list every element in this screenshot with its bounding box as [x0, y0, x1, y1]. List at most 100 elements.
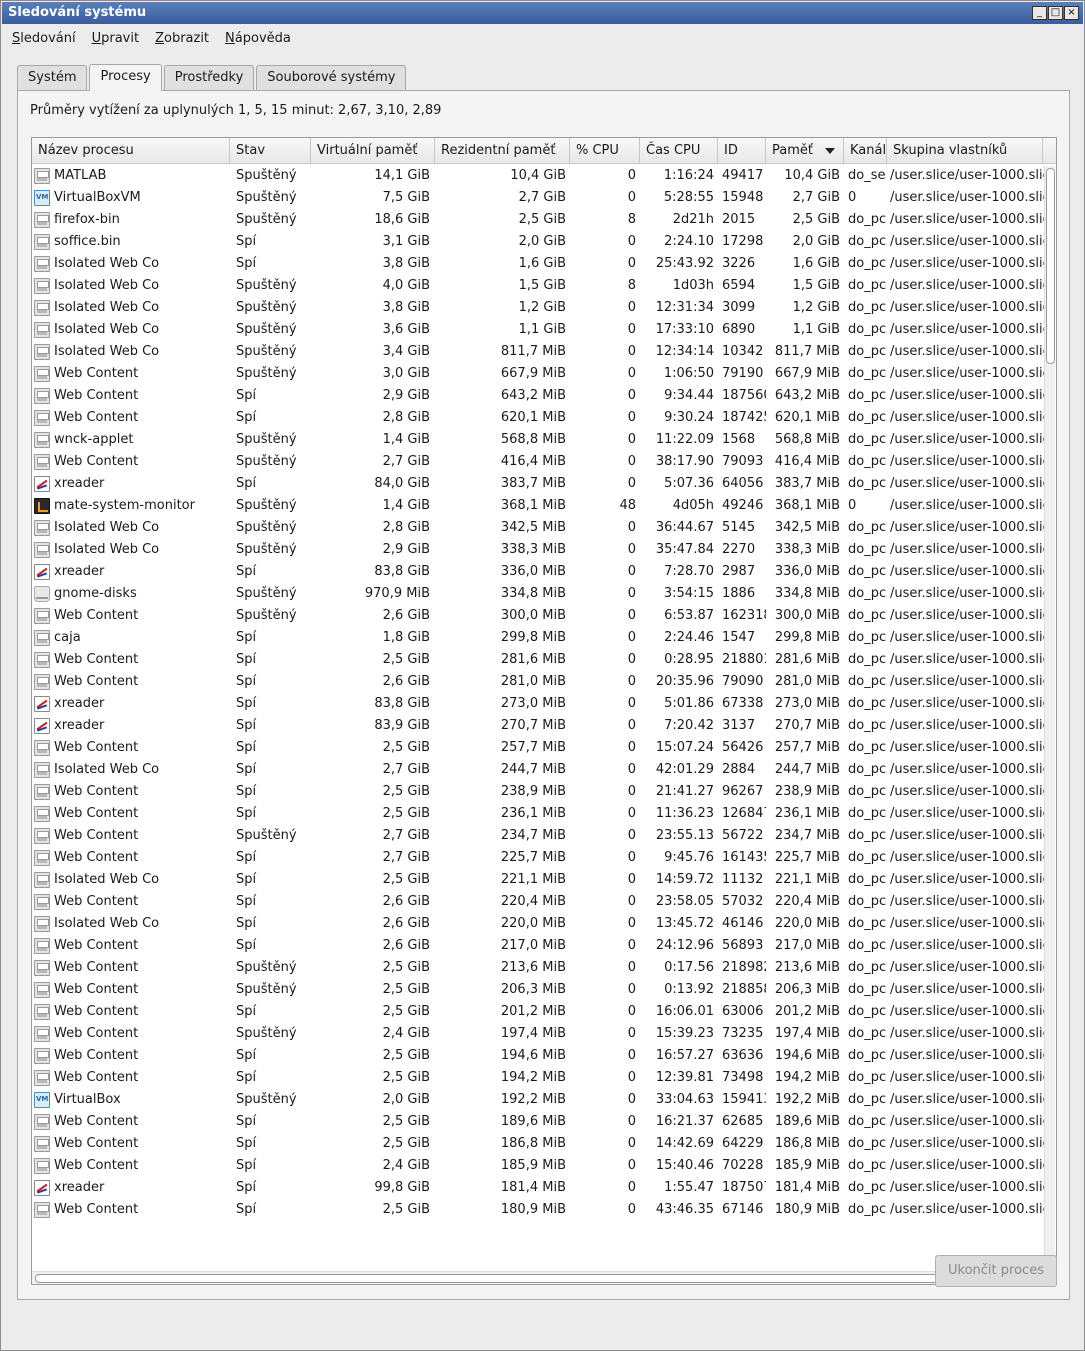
table-row[interactable]: Isolated Web Co Spuštěný 3,8 GiB 1,2 GiB 0 12…: [32, 297, 1044, 319]
table-row[interactable]: xreader Spí 83,8 GiB 336,0 MiB 0 7:28.70 2987 3…: [32, 561, 1044, 583]
tab-resources[interactable]: Prostředky: [163, 65, 255, 90]
cell-id: 67338: [722, 696, 764, 711]
cell-state: Spí: [236, 410, 257, 425]
cell-channel: do_pc: [848, 1070, 886, 1085]
cell-state: Spí: [236, 388, 257, 403]
column-header-id[interactable]: ID: [718, 138, 766, 164]
tab-processes[interactable]: Procesy: [89, 64, 162, 91]
close-button[interactable]: ×: [1064, 6, 1079, 20]
table-row[interactable]: gnome-disks Spuštěný 970,9 MiB 334,8 MiB 0 3:…: [32, 583, 1044, 605]
cell-owner-group: /user.slice/user-1000.slic: [890, 828, 1044, 843]
minimize-button[interactable]: _: [1032, 6, 1047, 20]
table-row[interactable]: Web Content Spí 2,7 GiB 225,7 MiB 0 9:45.76 16…: [32, 847, 1044, 869]
table-row[interactable]: Web Content Spí 2,6 GiB 281,0 MiB 0 20:35.96 7…: [32, 671, 1044, 693]
cell-virtual-memory: 2,8 GiB: [382, 520, 430, 535]
table-row[interactable]: Web Content Spuštěný 3,0 GiB 667,9 MiB 0 1:06…: [32, 363, 1044, 385]
maximize-button[interactable]: □: [1048, 6, 1063, 20]
cell-owner-group: /user.slice/user-1000.slic: [890, 982, 1044, 997]
vertical-scrollbar[interactable]: [1044, 166, 1055, 1256]
table-row[interactable]: Web Content Spuštěný 2,7 GiB 416,4 MiB 0 38:1…: [32, 451, 1044, 473]
cell-cpu-time: 21:41.27: [655, 784, 714, 799]
table-row[interactable]: Web Content Spuštěný 2,5 GiB 206,3 MiB 0 0:13…: [32, 979, 1044, 1001]
table-row[interactable]: Web Content Spuštěný 2,7 GiB 234,7 MiB 0 23:5…: [32, 825, 1044, 847]
table-row[interactable]: Isolated Web Co Spuštěný 3,4 GiB 811,7 MiB 0…: [32, 341, 1044, 363]
cell-id: 56893: [722, 938, 764, 953]
table-row[interactable]: wnck-applet Spuštěný 1,4 GiB 568,8 MiB 0 11:2…: [32, 429, 1044, 451]
tab-system[interactable]: Systém: [17, 65, 88, 90]
column-header-owner-group[interactable]: Skupina vlastníků: [887, 138, 1043, 164]
table-row[interactable]: Web Content Spí 2,5 GiB 238,9 MiB 0 21:41.27 9…: [32, 781, 1044, 803]
column-header-memory[interactable]: Paměť: [766, 138, 844, 164]
table-row[interactable]: Web Content Spí 2,9 GiB 643,2 MiB 0 9:34.44 18…: [32, 385, 1044, 407]
table-row[interactable]: xreader Spí 83,9 GiB 270,7 MiB 0 7:20.42 3137 2…: [32, 715, 1044, 737]
column-header-name[interactable]: Název procesu: [32, 138, 230, 164]
cell-resident-memory: 186,8 MiB: [500, 1136, 566, 1151]
table-row[interactable]: soffice.bin Spí 3,1 GiB 2,0 GiB 0 2:24.10 1729…: [32, 231, 1044, 253]
table-row[interactable]: Isolated Web Co Spí 2,5 GiB 221,1 MiB 0 14:59…: [32, 869, 1044, 891]
table-row[interactable]: Web Content Spí 2,4 GiB 185,9 MiB 0 15:40.46 7…: [32, 1155, 1044, 1177]
table-row[interactable]: xreader Spí 84,0 GiB 383,7 MiB 0 5:07.36 64056…: [32, 473, 1044, 495]
table-row[interactable]: Isolated Web Co Spí 2,6 GiB 220,0 MiB 0 13:45…: [32, 913, 1044, 935]
table-row[interactable]: Web Content Spí 2,6 GiB 220,4 MiB 0 23:58.05 5…: [32, 891, 1044, 913]
cell-virtual-memory: 2,4 GiB: [382, 1158, 430, 1173]
column-header-virtual-memory[interactable]: Virtuální paměť: [311, 138, 435, 164]
vertical-scrollbar-thumb[interactable]: [1046, 168, 1055, 364]
cell-virtual-memory: 2,5 GiB: [382, 740, 430, 755]
process-name-label: Web Content: [54, 828, 139, 843]
table-row[interactable]: caja Spí 1,8 GiB 299,8 MiB 0 2:24.46 1547 299,8…: [32, 627, 1044, 649]
menu-upravit[interactable]: Upravit: [82, 27, 145, 51]
table-row[interactable]: Web Content Spuštěný 2,4 GiB 197,4 MiB 0 15:3…: [32, 1023, 1044, 1045]
cell-id: 3099: [722, 300, 756, 315]
table-row[interactable]: VirtualBoxVM Spuštěný 7,5 GiB 2,7 GiB 0 5:28:…: [32, 187, 1044, 209]
cell-channel: do_pc: [848, 586, 886, 601]
table-row[interactable]: firefox-bin Spuštěný 18,6 GiB 2,5 GiB 8 2d21h…: [32, 209, 1044, 231]
cell-state: Spí: [236, 564, 257, 579]
table-row[interactable]: Isolated Web Co Spuštěný 2,8 GiB 342,5 MiB 0…: [32, 517, 1044, 539]
table-row[interactable]: Isolated Web Co Spuštěný 4,0 GiB 1,5 GiB 8 1d…: [32, 275, 1044, 297]
tab-filesystems[interactable]: Souborové systémy: [256, 65, 407, 90]
table-row[interactable]: Isolated Web Co Spí 3,8 GiB 1,6 GiB 0 25:43.9…: [32, 253, 1044, 275]
table-row[interactable]: Web Content Spí 2,5 GiB 281,6 MiB 0 0:28.95 21…: [32, 649, 1044, 671]
table-row[interactable]: Web Content Spí 2,5 GiB 186,8 MiB 0 14:42.69 6…: [32, 1133, 1044, 1155]
cell-resident-memory: 225,7 MiB: [500, 850, 566, 865]
title-bar[interactable]: Sledování systému _ □ ×: [2, 2, 1083, 24]
column-header-channel[interactable]: Kanál: [844, 138, 887, 164]
table-row[interactable]: Isolated Web Co Spuštěný 3,6 GiB 1,1 GiB 0 17…: [32, 319, 1044, 341]
column-header-cpu-time[interactable]: Čas CPU: [640, 138, 718, 164]
table-row[interactable]: Web Content Spí 2,5 GiB 236,1 MiB 0 11:36.23 1…: [32, 803, 1044, 825]
table-row[interactable]: Web Content Spuštěný 2,5 GiB 213,6 MiB 0 0:17…: [32, 957, 1044, 979]
column-header-cpu[interactable]: % CPU: [570, 138, 640, 164]
table-row[interactable]: Web Content Spí 2,5 GiB 194,6 MiB 0 16:57.27 6…: [32, 1045, 1044, 1067]
table-row[interactable]: MATLAB Spuštěný 14,1 GiB 10,4 GiB 0 1:16:24 49…: [32, 165, 1044, 187]
menu-zobrazit[interactable]: Zobrazit: [145, 27, 215, 51]
table-row[interactable]: Web Content Spí 2,8 GiB 620,1 MiB 0 9:30.24 18…: [32, 407, 1044, 429]
table-row[interactable]: Web Content Spí 2,5 GiB 194,2 MiB 0 12:39.81 7…: [32, 1067, 1044, 1089]
document-viewer-icon: [34, 564, 50, 580]
cell-process-name: Isolated Web Co: [32, 539, 230, 561]
cell-cpu: 0: [627, 432, 636, 447]
column-header-state[interactable]: Stav: [230, 138, 311, 164]
table-row[interactable]: Web Content Spí 2,5 GiB 189,6 MiB 0 16:21.37 6…: [32, 1111, 1044, 1133]
cell-cpu-time: 1:16:24: [663, 168, 714, 183]
table-row[interactable]: Web Content Spí 2,6 GiB 217,0 MiB 0 24:12.96 5…: [32, 935, 1044, 957]
horizontal-scrollbar[interactable]: [32, 1271, 1056, 1284]
table-row[interactable]: Web Content Spí 2,5 GiB 257,7 MiB 0 15:07.24 5…: [32, 737, 1044, 759]
cell-cpu: 8: [627, 212, 636, 227]
table-row[interactable]: mate-system-monitor Spuštěný 1,4 GiB 368,1 …: [32, 495, 1044, 517]
end-process-button[interactable]: Ukončit proces: [935, 1255, 1057, 1287]
table-row[interactable]: Isolated Web Co Spí 2,7 GiB 244,7 MiB 0 42:01…: [32, 759, 1044, 781]
menu-napoveda[interactable]: Nápověda: [215, 27, 297, 51]
menu-sledovani[interactable]: Sledování: [2, 27, 82, 51]
table-row[interactable]: Isolated Web Co Spuštěný 2,9 GiB 338,3 MiB 0…: [32, 539, 1044, 561]
cell-cpu-time: 2:24.10: [664, 234, 714, 249]
table-row[interactable]: Web Content Spuštěný 2,6 GiB 300,0 MiB 0 6:53…: [32, 605, 1044, 627]
table-row[interactable]: xreader Spí 99,8 GiB 181,4 MiB 0 1:55.47 18750…: [32, 1177, 1044, 1199]
horizontal-scrollbar-thumb[interactable]: [35, 1274, 982, 1283]
column-header-resident-memory[interactable]: Rezidentní paměť: [435, 138, 570, 164]
cell-cpu: 0: [627, 1070, 636, 1085]
table-row[interactable]: xreader Spí 83,8 GiB 273,0 MiB 0 5:01.86 67338…: [32, 693, 1044, 715]
cell-cpu-time: 0:17.56: [664, 960, 714, 975]
table-row[interactable]: Web Content Spí 2,5 GiB 201,2 MiB 0 16:06.01 6…: [32, 1001, 1044, 1023]
table-row[interactable]: Web Content Spí 2,5 GiB 180,9 MiB 0 43:46.35 6…: [32, 1199, 1044, 1221]
table-row[interactable]: VirtualBox Spuštěný 2,0 GiB 192,2 MiB 0 33:04…: [32, 1089, 1044, 1111]
